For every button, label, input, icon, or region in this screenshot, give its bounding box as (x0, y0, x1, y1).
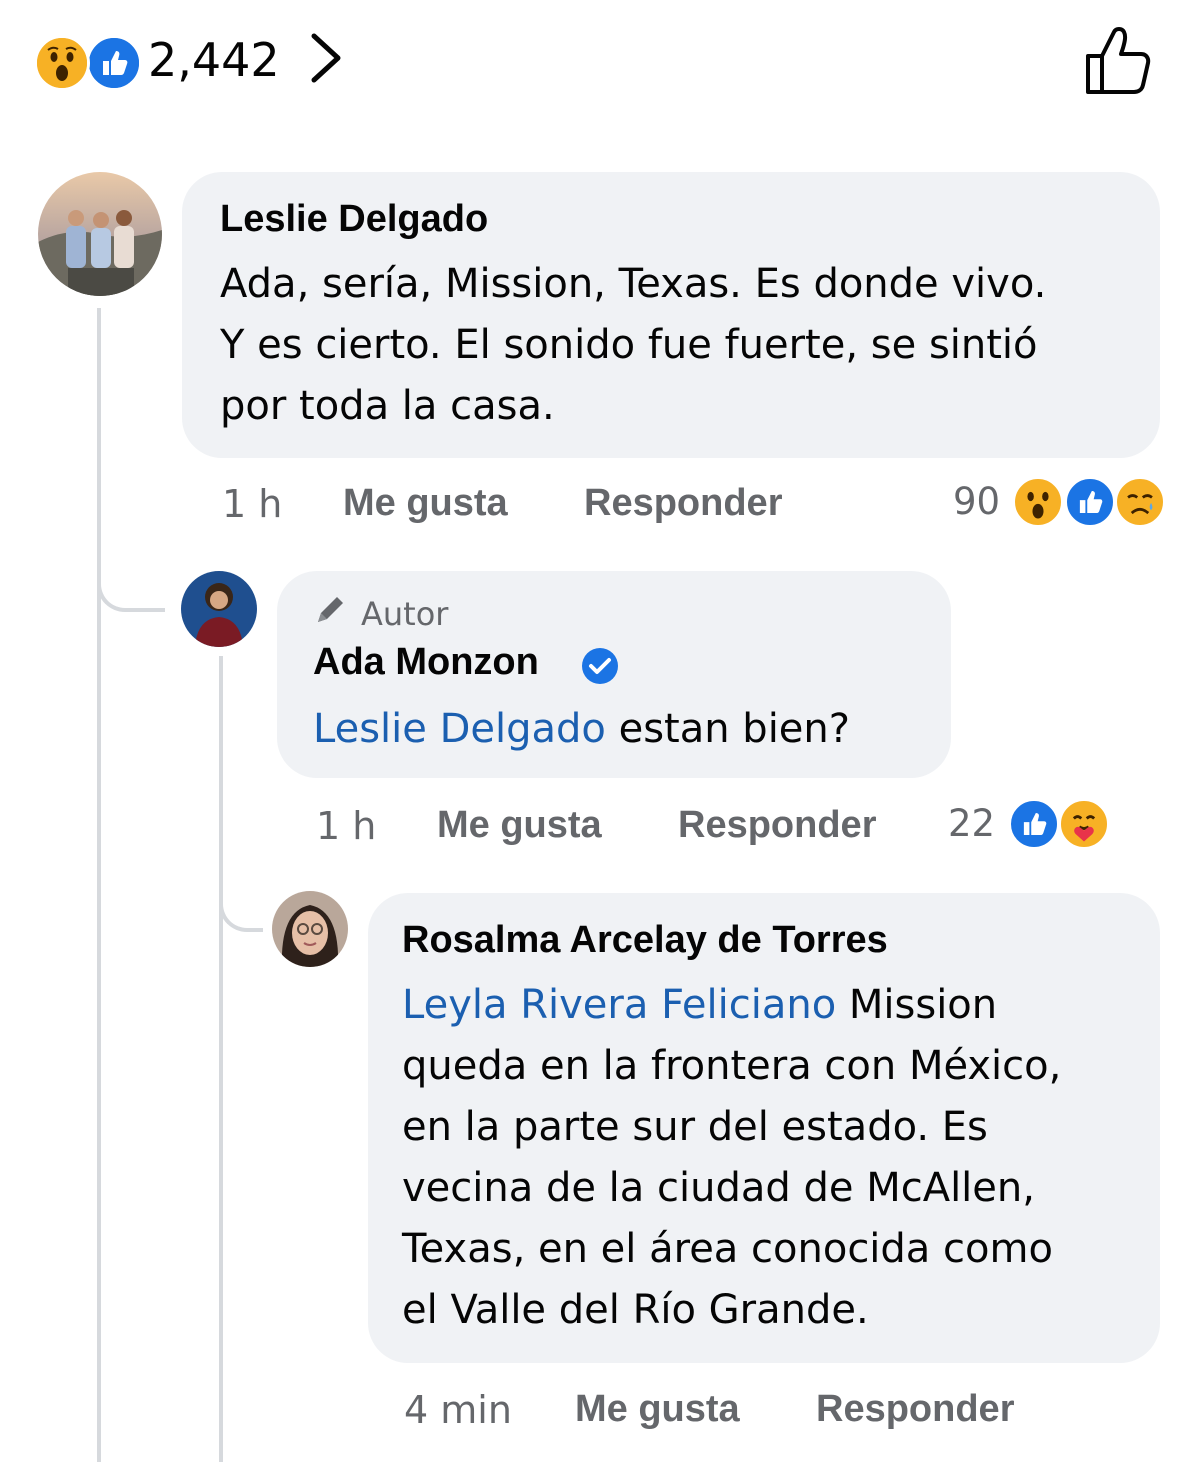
like-button[interactable]: Me gusta (437, 804, 602, 847)
comment-text: Leslie Delgado estan bien? (313, 706, 850, 752)
reply-button[interactable]: Responder (584, 482, 782, 525)
chevron-right-icon[interactable] (300, 28, 352, 88)
thread-line (219, 656, 223, 1462)
reply-button[interactable]: Responder (678, 804, 876, 847)
comment-time[interactable]: 4 min (404, 1388, 512, 1432)
like-icon (1064, 476, 1116, 528)
care-icon (1058, 798, 1110, 850)
comment-author[interactable]: Leslie Delgado (220, 198, 488, 241)
like-button[interactable]: Me gusta (575, 1388, 740, 1431)
comment-reaction-count[interactable]: 22 (948, 802, 995, 845)
comment-time[interactable]: 1 h (222, 482, 282, 526)
mention-link[interactable]: Leslie Delgado (313, 706, 606, 752)
thread-connector (219, 880, 263, 932)
reply-button[interactable]: Responder (816, 1388, 1014, 1431)
avatar[interactable] (272, 891, 348, 967)
mention-link[interactable]: Leyla Rivera Feliciano (402, 982, 836, 1028)
reaction-count: 2,442 (148, 33, 280, 87)
comment-author[interactable]: Rosalma Arcelay de Torres (402, 919, 888, 962)
comment-bubble[interactable]: Autor Ada Monzon Leslie Delgado estan bi… (277, 571, 951, 778)
author-badge: Autor (361, 595, 449, 633)
comment-bubble[interactable]: Rosalma Arcelay de Torres Leyla Rivera F… (368, 893, 1160, 1363)
comment-bubble[interactable]: Leslie Delgado Ada, sería, Mission, Texa… (182, 172, 1160, 458)
thread-line (97, 308, 101, 1462)
avatar[interactable] (181, 571, 257, 647)
comment-reaction-count[interactable]: 90 (953, 480, 1000, 523)
comment-text: Leyla Rivera Feliciano Mission queda en … (402, 982, 1062, 1333)
like-icon (86, 35, 142, 91)
thread-connector (97, 560, 165, 612)
comment-time[interactable]: 1 h (316, 804, 376, 848)
wow-icon (1012, 476, 1064, 528)
like-button[interactable]: Me gusta (343, 482, 508, 525)
wow-icon (34, 35, 90, 91)
comment-text: Ada, sería, Mission, Texas. Es donde viv… (220, 261, 1047, 429)
verified-badge-icon (581, 647, 619, 685)
avatar[interactable] (38, 172, 162, 296)
like-icon (1008, 798, 1060, 850)
sad-icon (1114, 476, 1166, 528)
comment-author[interactable]: Ada Monzon (313, 641, 539, 684)
like-button-icon[interactable] (1080, 22, 1160, 98)
pencil-icon (313, 593, 347, 627)
post-reaction-summary[interactable]: 2,442 (0, 0, 1200, 120)
